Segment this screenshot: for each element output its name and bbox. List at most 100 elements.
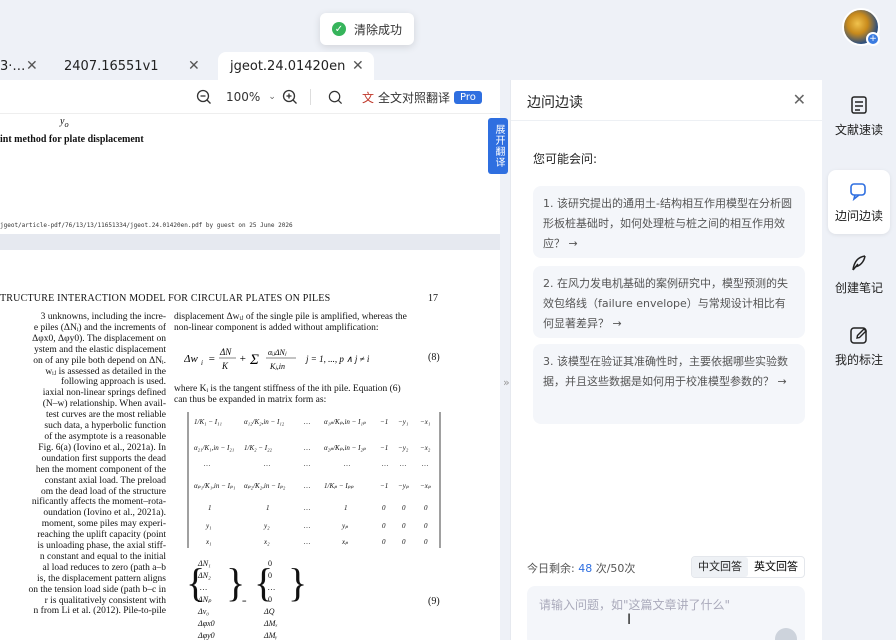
svg-text:Σ: Σ <box>249 352 259 368</box>
translate-icon: 文 <box>362 90 375 105</box>
rail-item-quick-read[interactable]: 文献速读 <box>828 84 890 148</box>
svg-text:…: … <box>422 460 428 468</box>
divider <box>511 120 823 121</box>
text-line: n constant and equal to the initial <box>39 551 166 562</box>
svg-text:}: } <box>288 560 304 605</box>
text-line: on the tension load side (path b–c in <box>28 584 166 595</box>
suggested-question-2[interactable]: 2. 在风力发电机基础的案例研究中，模型预测的失效包络线（failure env… <box>533 266 805 338</box>
svg-text:0: 0 <box>268 595 272 604</box>
rail-item-create-note[interactable]: 创建笔记 <box>828 242 890 306</box>
tab-label: 3·… <box>0 58 26 74</box>
svg-text:0: 0 <box>402 538 406 546</box>
close-icon[interactable]: ✕ <box>793 90 806 109</box>
search-button[interactable] <box>328 80 343 114</box>
svg-text:0: 0 <box>268 559 272 568</box>
svg-text:1/K₁ − I₁₁: 1/K₁ − I₁₁ <box>194 418 222 426</box>
svg-text:−1: −1 <box>380 482 388 490</box>
svg-text:1/Kₚ − Iₚₚ: 1/Kₚ − Iₚₚ <box>324 482 354 490</box>
text-cursor-icon: I <box>627 612 632 628</box>
svg-text:ΔMₓ: ΔMₓ <box>263 619 278 628</box>
zoom-out-icon <box>196 89 211 104</box>
svg-text:y₁: y₁ <box>205 522 212 530</box>
svg-text:ΔNₚ: ΔNₚ <box>197 595 212 604</box>
remaining-label: 今日剩余: <box>527 562 575 575</box>
svg-text:x₂: x₂ <box>263 538 270 546</box>
svg-text:1: 1 <box>208 504 212 512</box>
text-line: is unloading phase, the axial stiff- <box>37 541 166 552</box>
text-line: displacement Δwᵢⱼ of the single pile is … <box>174 312 407 322</box>
collapse-panel-icon[interactable]: » <box>503 376 510 389</box>
svg-text:ΔN: ΔN <box>219 347 232 357</box>
equation-9-number: (9) <box>428 596 440 607</box>
running-header: TRUCTURE INTERACTION MODEL FOR CIRCULAR … <box>0 293 331 304</box>
remaining-quota: 今日剩余: 48 次/50次 <box>527 560 635 576</box>
svg-text:Kⱼ,in: Kⱼ,in <box>269 362 285 371</box>
svg-text:…: … <box>304 538 310 546</box>
text-line: (N–w) relationship. When avail- <box>42 399 166 410</box>
text-line: nificantly affects the moment–rota- <box>31 497 166 508</box>
tab-3-active[interactable]: jgeot.24.01420en ✕ <box>218 52 374 80</box>
chinese-answer-option[interactable]: 中文回答 <box>692 557 748 577</box>
divider <box>310 89 311 105</box>
svg-text:−1: −1 <box>380 444 388 452</box>
question-input[interactable]: 请输入问题，如"这篇文章讲了什么" <box>527 586 805 640</box>
rail-label: 边问边读 <box>834 208 883 223</box>
text-line: Δφx0, Δφy0). The displacement on <box>32 333 166 344</box>
answer-language-toggle: 中文回答 英文回答 <box>691 556 805 578</box>
close-icon[interactable]: ✕ <box>188 58 200 74</box>
text-line: oundation first supports the dead <box>41 453 166 464</box>
text-line: on of any pile both depend on ΔNᵢ. <box>33 355 166 366</box>
page-footer: jgeot/article-pdf/76/13/13/11651334/jgeo… <box>0 222 293 229</box>
svg-text:…: … <box>204 460 210 468</box>
zoom-in-button[interactable] <box>282 80 298 114</box>
top-bar <box>0 0 896 56</box>
svg-text:0: 0 <box>424 504 428 512</box>
translate-label: 全文对照翻译 <box>378 90 451 105</box>
vip-badge-icon: + <box>866 32 880 46</box>
svg-text:…: … <box>304 418 310 426</box>
svg-text:Δw: Δw <box>184 353 198 365</box>
equation-9-vectors: { ΔN₁ΔN₂…ΔNₚΔv₀Δφx0Δφy0 } = { 00…0ΔQΔMₓΔ… <box>186 559 304 640</box>
svg-text:1/K₂ − I₂₂: 1/K₂ − I₂₂ <box>244 444 273 452</box>
close-icon[interactable]: ✕ <box>352 58 364 74</box>
svg-text:…: … <box>304 482 310 490</box>
text-line: e piles (ΔNᵢ) and the increments of <box>33 322 166 333</box>
search-icon <box>328 90 343 104</box>
svg-text:…: … <box>304 522 310 530</box>
svg-text:Δφy0: Δφy0 <box>197 631 215 640</box>
text-line: Fig. 6(a) (Iovino et al., 2021a). In <box>38 442 166 453</box>
tab-1[interactable]: 3·… ✕ <box>0 52 44 80</box>
svg-text:…: … <box>200 583 207 592</box>
svg-text:j = 1, ..., p ∧ j ≠ i: j = 1, ..., p ∧ j ≠ i <box>305 354 370 364</box>
equation-8: Δw i = ΔN K + Σ αᵢⱼΔNⱼ Kⱼ,in j = 1, ...,… <box>183 342 444 376</box>
close-icon[interactable]: ✕ <box>26 58 38 74</box>
zoom-out-button[interactable] <box>196 80 212 114</box>
equation-8-number: (8) <box>428 352 440 363</box>
full-translate-button[interactable]: 文 全文对照翻译 Pro <box>362 80 482 114</box>
edit-note-icon <box>850 326 867 344</box>
svg-text:…: … <box>382 460 388 468</box>
svg-text:ΔN₁: ΔN₁ <box>197 559 211 568</box>
svg-text:…: … <box>304 444 310 452</box>
zoom-level-select[interactable]: 100% ⌄ <box>226 80 276 114</box>
pro-badge: Pro <box>454 90 482 104</box>
left-column-text: 3 unknowns, including the incre-e piles … <box>0 312 166 617</box>
panel-title: 边问边读 <box>527 95 583 111</box>
svg-text:−xₚ: −xₚ <box>420 482 431 490</box>
svg-text:−yₚ: −yₚ <box>398 482 409 490</box>
rail-item-ask-read[interactable]: 边问边读 <box>828 170 890 234</box>
english-answer-option[interactable]: 英文回答 <box>748 557 804 577</box>
rail-item-my-annotations[interactable]: 我的标注 <box>828 314 890 378</box>
expand-translation-button[interactable]: 展开翻译 <box>488 118 508 174</box>
suggested-question-1[interactable]: 1. 该研究提出的通用土-结构相互作用模型在分析圆形板桩基础时，如何处理桩与桩之… <box>533 186 805 258</box>
right-column-intro: displacement Δwᵢⱼ of the single pile is … <box>174 312 444 334</box>
text-line: of the asymptote is a reasonable <box>44 431 166 442</box>
tab-bar: 3·… ✕ 2407.16551v1 ✕ jgeot.24.01420en ✕ <box>0 52 510 80</box>
svg-text:0: 0 <box>402 504 406 512</box>
expand-translation-label: 展开翻译 <box>493 124 504 168</box>
zoom-in-icon <box>282 89 297 104</box>
suggested-question-3[interactable]: 3. 该模型在验证其准确性时，主要依据哪些实验数据，并且这些数据是如何用于校准模… <box>533 344 805 424</box>
tab-2[interactable]: 2407.16551v1 ✕ <box>50 52 214 80</box>
text-line: where Kᵢ is the tangent stiffness of the… <box>174 384 401 394</box>
rail-label: 我的标注 <box>834 352 883 367</box>
